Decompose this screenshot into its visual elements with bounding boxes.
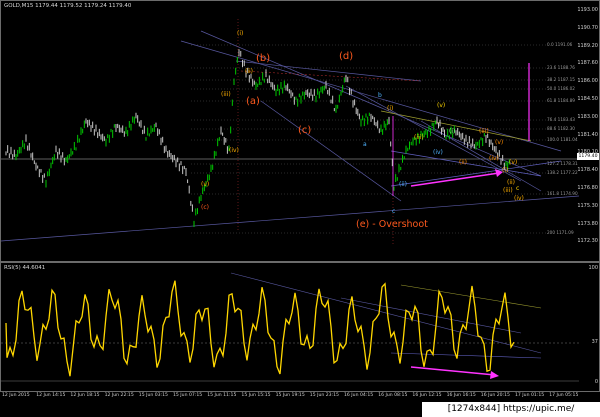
fib-level-label: 0.0 1191.06 bbox=[547, 42, 573, 47]
wave-label-1: (i) bbox=[237, 30, 244, 37]
price-tick: 1178.40 bbox=[577, 167, 598, 174]
price-tick: 1187.60 bbox=[577, 60, 598, 67]
time-tick: 17 Jun 05:15 bbox=[549, 393, 579, 398]
fib-level-label: 50.0 1186.02 bbox=[547, 86, 575, 91]
time-tick: 15 Jun 07:15 bbox=[173, 393, 203, 398]
time-tick: 12 Jun 22:15 bbox=[104, 393, 134, 398]
time-tick: 15 Jun 23:15 bbox=[309, 393, 339, 398]
rsi-tick-0: 0 bbox=[594, 379, 598, 385]
fib-level-label: 138.2 1177.22 bbox=[547, 170, 578, 175]
wave-label-9: (iv) bbox=[433, 149, 443, 156]
time-tick: 17 Jun 01:15 bbox=[515, 393, 545, 398]
rsi-title: RSI(5) 44.6041 bbox=[4, 265, 46, 271]
price-tick: 1181.40 bbox=[577, 131, 598, 138]
rsi-pane[interactable]: RSI(5) 44.6041 100 37 0 bbox=[0, 262, 600, 392]
wave-label-b: (b) bbox=[256, 53, 271, 64]
time-tick: 12 Jun 18:15 bbox=[70, 393, 100, 398]
price-tick: 1186.00 bbox=[577, 78, 598, 85]
wave-label-6: (i) bbox=[387, 105, 394, 112]
price-tick: 1173.80 bbox=[577, 220, 598, 227]
wave-label-d: (d) bbox=[339, 51, 354, 62]
wave-label-small-a: a bbox=[363, 141, 367, 148]
fib-level-label: 61.8 1184.89 bbox=[547, 98, 575, 103]
price-tick: 1175.30 bbox=[577, 202, 598, 209]
wave-label-14: (iv) bbox=[489, 155, 499, 162]
wave-label-17: (i) bbox=[502, 167, 509, 174]
fib-level-label: 76.4 1183.43 bbox=[547, 117, 575, 122]
wave-label-3: (iii) bbox=[221, 91, 231, 98]
watermark: [1274x844] https://upic.me/ bbox=[422, 402, 600, 417]
rsi-tick-37: 37 bbox=[591, 339, 598, 345]
time-tick: 12 Jun 14:15 bbox=[36, 393, 66, 398]
price-tick: 1176.80 bbox=[577, 185, 598, 191]
trend-line bbox=[235, 60, 422, 82]
price-tick: 1190.70 bbox=[577, 24, 598, 31]
trend-line bbox=[260, 100, 402, 202]
trend-line bbox=[1, 195, 579, 242]
wave-label-12: (ii) bbox=[459, 159, 468, 166]
time-tick: 16 Jun 08:15 bbox=[378, 393, 408, 398]
time-tick: 15 Jun 11:15 bbox=[207, 393, 237, 398]
wave-label-e-overshoot: (e) - Overshoot bbox=[356, 219, 428, 230]
time-tick: 15 Jun 03:15 bbox=[138, 393, 168, 398]
price-tick: 1183.00 bbox=[577, 113, 598, 120]
wave-label-19: (iii) bbox=[503, 187, 513, 194]
wave-label-small-c: c bbox=[392, 208, 396, 215]
wave-label-2: (ii) bbox=[245, 68, 254, 75]
rsi-divergence-arrowhead bbox=[490, 371, 499, 379]
price-tick: 1184.50 bbox=[577, 96, 598, 102]
wave-label-7: (ii) bbox=[399, 181, 408, 188]
wave-label-small-b: b bbox=[378, 92, 382, 99]
wave-label-20: (iv) bbox=[514, 195, 524, 202]
wave-label-8: (iii) bbox=[414, 134, 424, 141]
rsi-trend-line bbox=[390, 352, 542, 359]
fib-level-label: 38.2 1187.15 bbox=[547, 77, 575, 82]
wave-label-13: (iii) bbox=[479, 128, 489, 135]
rsi-line bbox=[5, 280, 515, 377]
time-axis: 12 Jun 2015 12 Jun 14:15 12 Jun 18:15 12 Ju… bbox=[0, 392, 578, 402]
current-price-tag: 1179.40 bbox=[577, 153, 599, 160]
wave-label-16: c bbox=[516, 185, 520, 192]
rsi-tick-100: 100 bbox=[588, 265, 598, 271]
wave-label-c: (c) bbox=[298, 125, 312, 136]
wave-label-18: (ii) bbox=[507, 179, 516, 186]
divergence-arrow bbox=[410, 172, 500, 187]
chart-title: GOLD,M15 1179.44 1179.52 1179.24 1179.40 bbox=[4, 3, 132, 9]
price-axis: 1193.00 1190.70 1189.20 1187.60 1186.00 1184.… bbox=[577, 1, 599, 263]
wave-label-5: (v) bbox=[201, 181, 210, 188]
wave-label-21: (v) bbox=[509, 159, 518, 166]
rsi-trend-line bbox=[230, 272, 542, 354]
fib-level-label: 88.6 1182.30 bbox=[547, 126, 575, 131]
price-tick: 1172.30 bbox=[577, 238, 598, 245]
time-tick: 16 Jun 04:15 bbox=[344, 393, 374, 398]
rsi-divergence-arrow bbox=[410, 366, 496, 376]
rsi-canvas[interactable] bbox=[1, 263, 579, 393]
wave-label-10: (v) bbox=[437, 102, 446, 109]
trend-line bbox=[380, 110, 532, 142]
rsi-axis: 100 37 0 bbox=[577, 263, 599, 393]
time-tick: 15 Jun 19:15 bbox=[275, 393, 305, 398]
time-tick: 16 Jun 20:15 bbox=[480, 393, 510, 398]
time-tick: 15 Jun 15:15 bbox=[241, 393, 271, 398]
wave-label-a: (a) bbox=[246, 96, 260, 107]
wave-label-4: (iv) bbox=[229, 147, 239, 154]
time-tick: 16 Jun 12:15 bbox=[412, 393, 442, 398]
price-chart-pane[interactable]: GOLD,M15 1179.44 1179.52 1179.24 1179.40… bbox=[0, 0, 600, 262]
wave-label-11: (i) bbox=[449, 128, 456, 135]
fib-level-label: 161.8 1174.90 bbox=[547, 191, 578, 196]
time-tick: 12 Jun 2015 bbox=[2, 393, 30, 398]
fib-level-label: 200 1171.09 bbox=[547, 230, 574, 235]
fib-level-label: 127.2 1178.31 bbox=[547, 161, 578, 166]
time-tick: 16 Jun 16:15 bbox=[446, 393, 476, 398]
price-tick: 1189.20 bbox=[577, 42, 598, 49]
price-tick: 1193.00 bbox=[577, 7, 598, 13]
wave-label-22: (c) bbox=[201, 204, 209, 211]
wave-label-15: (v) bbox=[495, 139, 504, 146]
fib-level-label: 100.0 1181.04 bbox=[547, 137, 578, 142]
price-chart-canvas[interactable] bbox=[1, 1, 579, 263]
trend-line bbox=[180, 40, 562, 152]
fib-level-label: 23.6 1188.76 bbox=[547, 65, 575, 70]
chart-window: GOLD,M15 1179.44 1179.52 1179.24 1179.40… bbox=[0, 0, 600, 417]
